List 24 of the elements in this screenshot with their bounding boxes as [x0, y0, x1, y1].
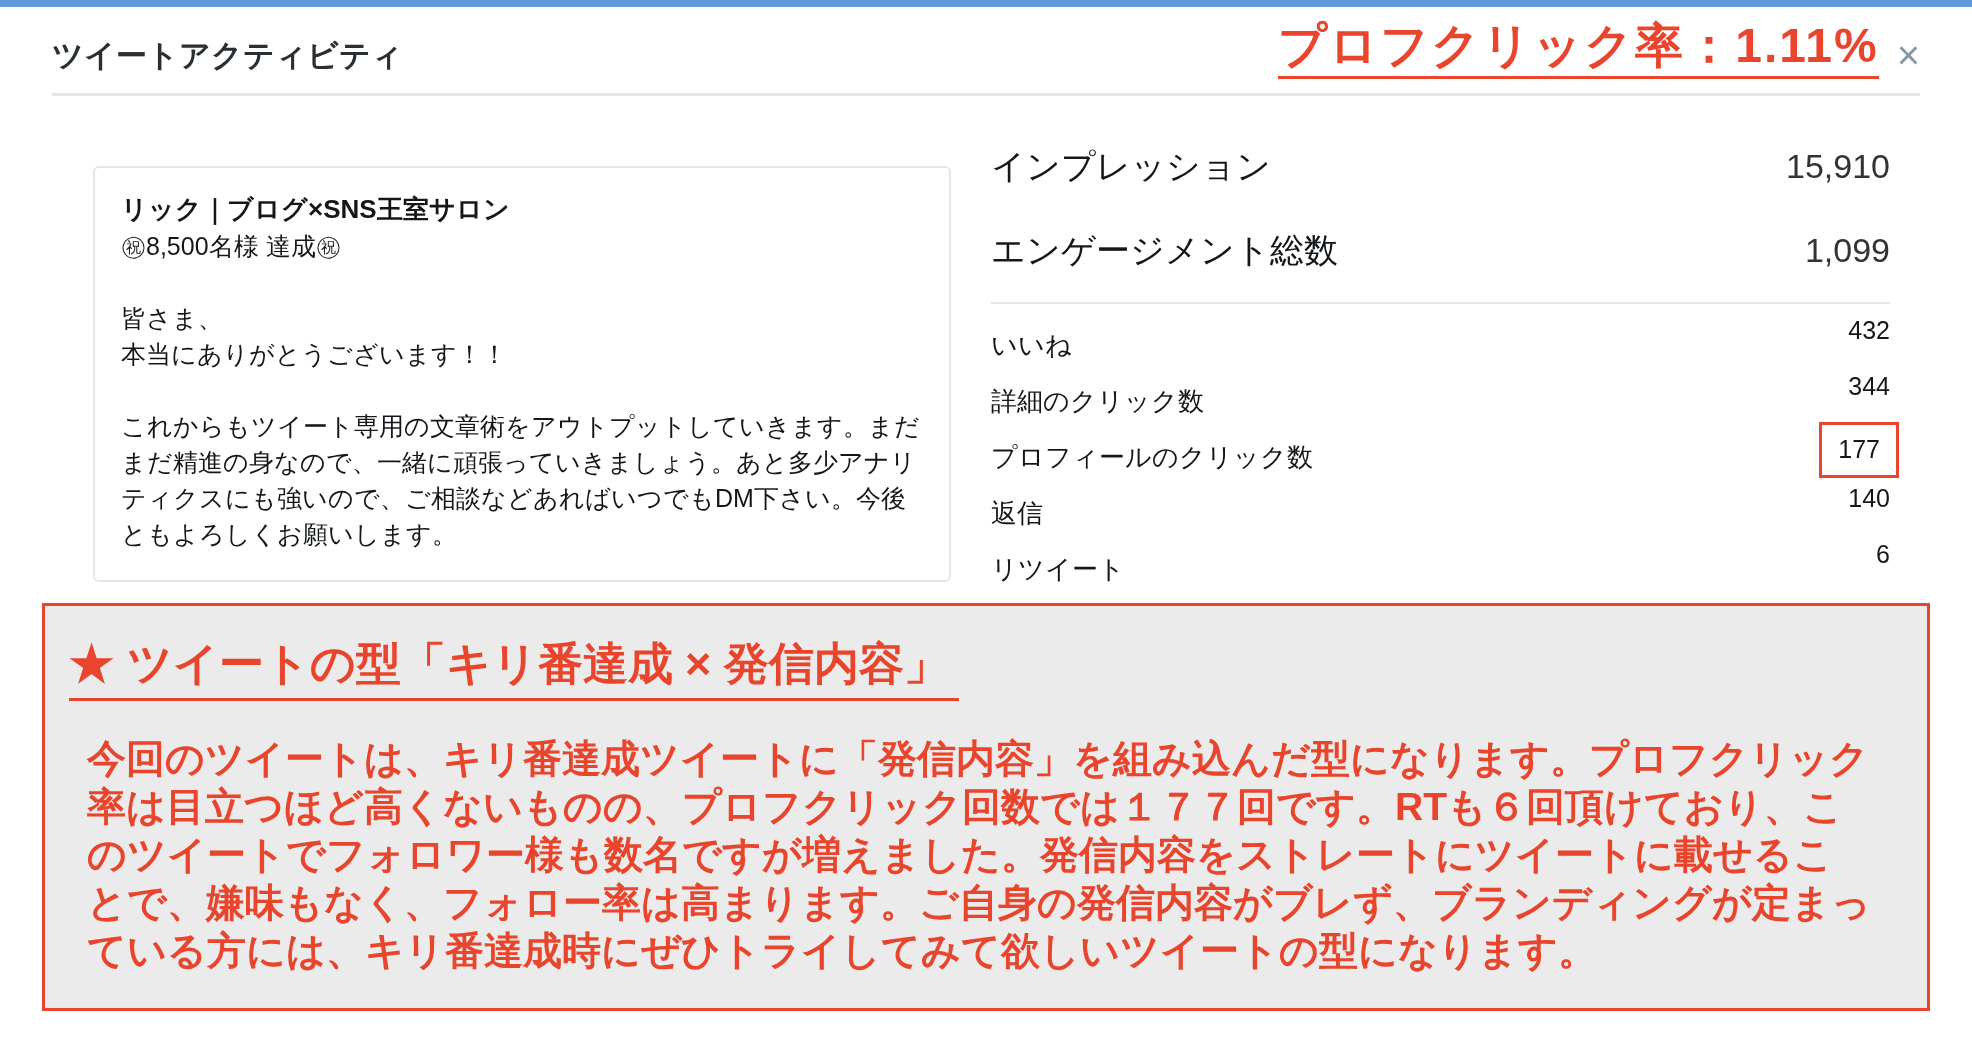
tweet-text: これからもツイート専用の文章術をアウトプットしていきます。まだまだ精進の身なので、一緒に頑張っていきましょう。あと多少アナリティクスにも強いので、ご相談などあればいつでもDM下さい。今後ともよろしくお願いします。 [121, 411, 921, 550]
metric-label: 詳細のクリック数 [991, 384, 1204, 418]
metric-label: 返信 [991, 496, 1043, 530]
highlighted-metric-value: 177 [1819, 422, 1899, 478]
metric-value: 1,099 [1804, 229, 1890, 271]
metric-value: 140 [1848, 483, 1890, 515]
dialog-title: ツイートアクティビティ [52, 36, 403, 75]
metric-label: インプレッション [991, 145, 1271, 187]
metric-label: エンゲージメント総数 [991, 229, 1338, 271]
profile-click-rate-annotation: プロフクリック率：1.11% [1278, 22, 1879, 79]
metric-value: 15,910 [1786, 145, 1890, 187]
metric-label: リツイート [991, 552, 1125, 586]
tweet-text: 皆さま、 [121, 303, 224, 334]
close-button[interactable]: × [1896, 35, 1920, 83]
metric-value: 344 [1848, 371, 1890, 403]
metric-label: プロフィールのクリック数 [991, 440, 1313, 474]
annotation-heading: ★ ツイートの型「キリ番達成 × 発信内容」 [69, 636, 959, 702]
metric-value: 432 [1848, 315, 1890, 347]
metric-value: 6 [1876, 539, 1890, 571]
tweet-subtitle: ㊗8,500名様 達成㊗ [121, 231, 342, 262]
tweet-author-name: リック｜ブログ×SNS王室サロン [121, 193, 511, 227]
metric-label: いいね [991, 328, 1072, 362]
annotation-text: 今回のツイートは、キリ番達成ツイートに「発信内容」を組み込んだ型になります。プロフクリック率は目立つほど高くないものの、プロフクリック回数では１７７回です。RTも６回頂けており、このツイートでフォロワー様も数名ですが増えました。発信内容をストレートにツイートに載せることで、嫌味もなく、フォロー率は高まります。ご自身の発信内容がブレず、ブランディングが定まっている方には、キリ番達成時にぜひトライしてみて欲しいツイートの型になります。 [86, 736, 1872, 975]
tweet-text: 本当にありがとうございます！！ [121, 339, 508, 370]
